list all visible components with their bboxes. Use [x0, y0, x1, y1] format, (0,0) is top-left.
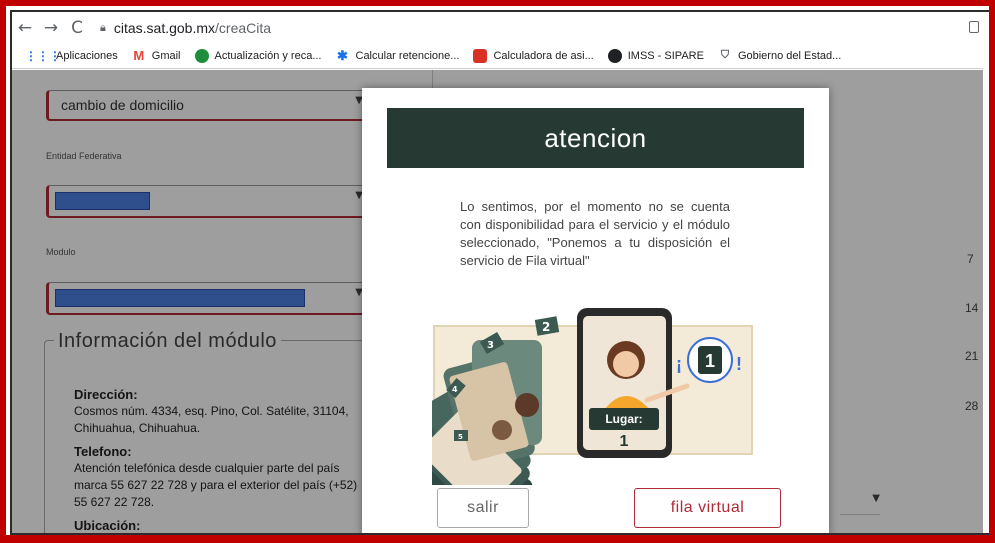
url-path: /creaCita	[215, 19, 272, 36]
bookmark-actualizacion[interactable]: Actualización y reca...	[194, 48, 322, 63]
url-host: citas.sat.gob.mx	[113, 19, 216, 36]
lock-icon: 🔒︎	[100, 20, 106, 34]
exit-button[interactable]: salir	[437, 488, 529, 528]
card-number: 5	[458, 433, 463, 441]
imss-icon	[607, 48, 622, 63]
forward-arrow-icon[interactable]: →	[38, 15, 64, 41]
virtual-queue-illustration: 2 3 4 5 Lugar: 1 1 ¡ !	[432, 308, 753, 485]
card-number: 2	[542, 320, 550, 334]
attention-modal: atencion Lo sentimos, por el momento no …	[362, 88, 829, 536]
bookmark-gobierno[interactable]: ⛉ Gobierno del Estad...	[718, 49, 841, 63]
bookmark-gmail[interactable]: M Gmail	[132, 48, 181, 63]
place-label: Lugar:	[605, 412, 642, 426]
gmail-icon: M	[133, 48, 145, 63]
bookmarks-bar: ⋮⋮⋮ Aplicaciones M Gmail Actualización y…	[12, 43, 983, 69]
extension-icon[interactable]	[969, 21, 979, 33]
exclamation-icon: !	[736, 354, 742, 374]
bubble-number: 1	[705, 351, 715, 371]
bookmark-label: Aplicaciones	[56, 49, 118, 62]
bookmark-label: Actualización y reca...	[214, 49, 322, 62]
person-avatar	[515, 393, 539, 417]
virtual-queue-button[interactable]: fila virtual	[634, 488, 781, 528]
modal-title: atencion	[387, 108, 804, 168]
bookmark-calcular[interactable]: ✱ Calcular retencione...	[336, 47, 460, 63]
calc-blue-icon: ✱	[337, 47, 348, 63]
shield-icon: ⛉	[720, 49, 730, 61]
bookmark-aplicaciones[interactable]: ⋮⋮⋮ Aplicaciones	[25, 48, 118, 63]
card-number: 4	[452, 385, 458, 394]
bookmark-label: Gmail	[151, 49, 181, 62]
back-arrow-icon[interactable]: ←	[12, 15, 38, 41]
phone-device: Lugar: 1	[577, 308, 690, 458]
bookmark-label: Gobierno del Estad...	[737, 49, 842, 62]
circle-green-icon	[194, 48, 209, 63]
calc-red-icon	[473, 48, 488, 63]
apps-grid-icon: ⋮⋮⋮	[25, 48, 61, 63]
browser-address-bar: ← → C 🔒︎ citas.sat.gob.mx/creaCita	[12, 12, 983, 43]
bookmark-label: IMSS - SIPARE	[627, 49, 704, 62]
url-field[interactable]: 🔒︎ citas.sat.gob.mx/creaCita	[100, 20, 271, 36]
woman-face	[613, 351, 639, 377]
bookmark-label: Calculadora de asi...	[493, 49, 594, 62]
person-avatar	[492, 420, 512, 440]
bookmark-label: Calcular retencione...	[355, 49, 460, 62]
reload-icon[interactable]: C	[64, 15, 90, 41]
place-number: 1	[620, 433, 629, 450]
bookmark-calculadora[interactable]: Calculadora de asi...	[473, 48, 594, 63]
card-number: 3	[487, 340, 494, 351]
modal-message: Lo sentimos, por el momento no se cuenta…	[460, 199, 730, 268]
bookmark-imss[interactable]: IMSS - SIPARE	[607, 48, 704, 63]
exclamation-icon: ¡	[676, 354, 682, 374]
